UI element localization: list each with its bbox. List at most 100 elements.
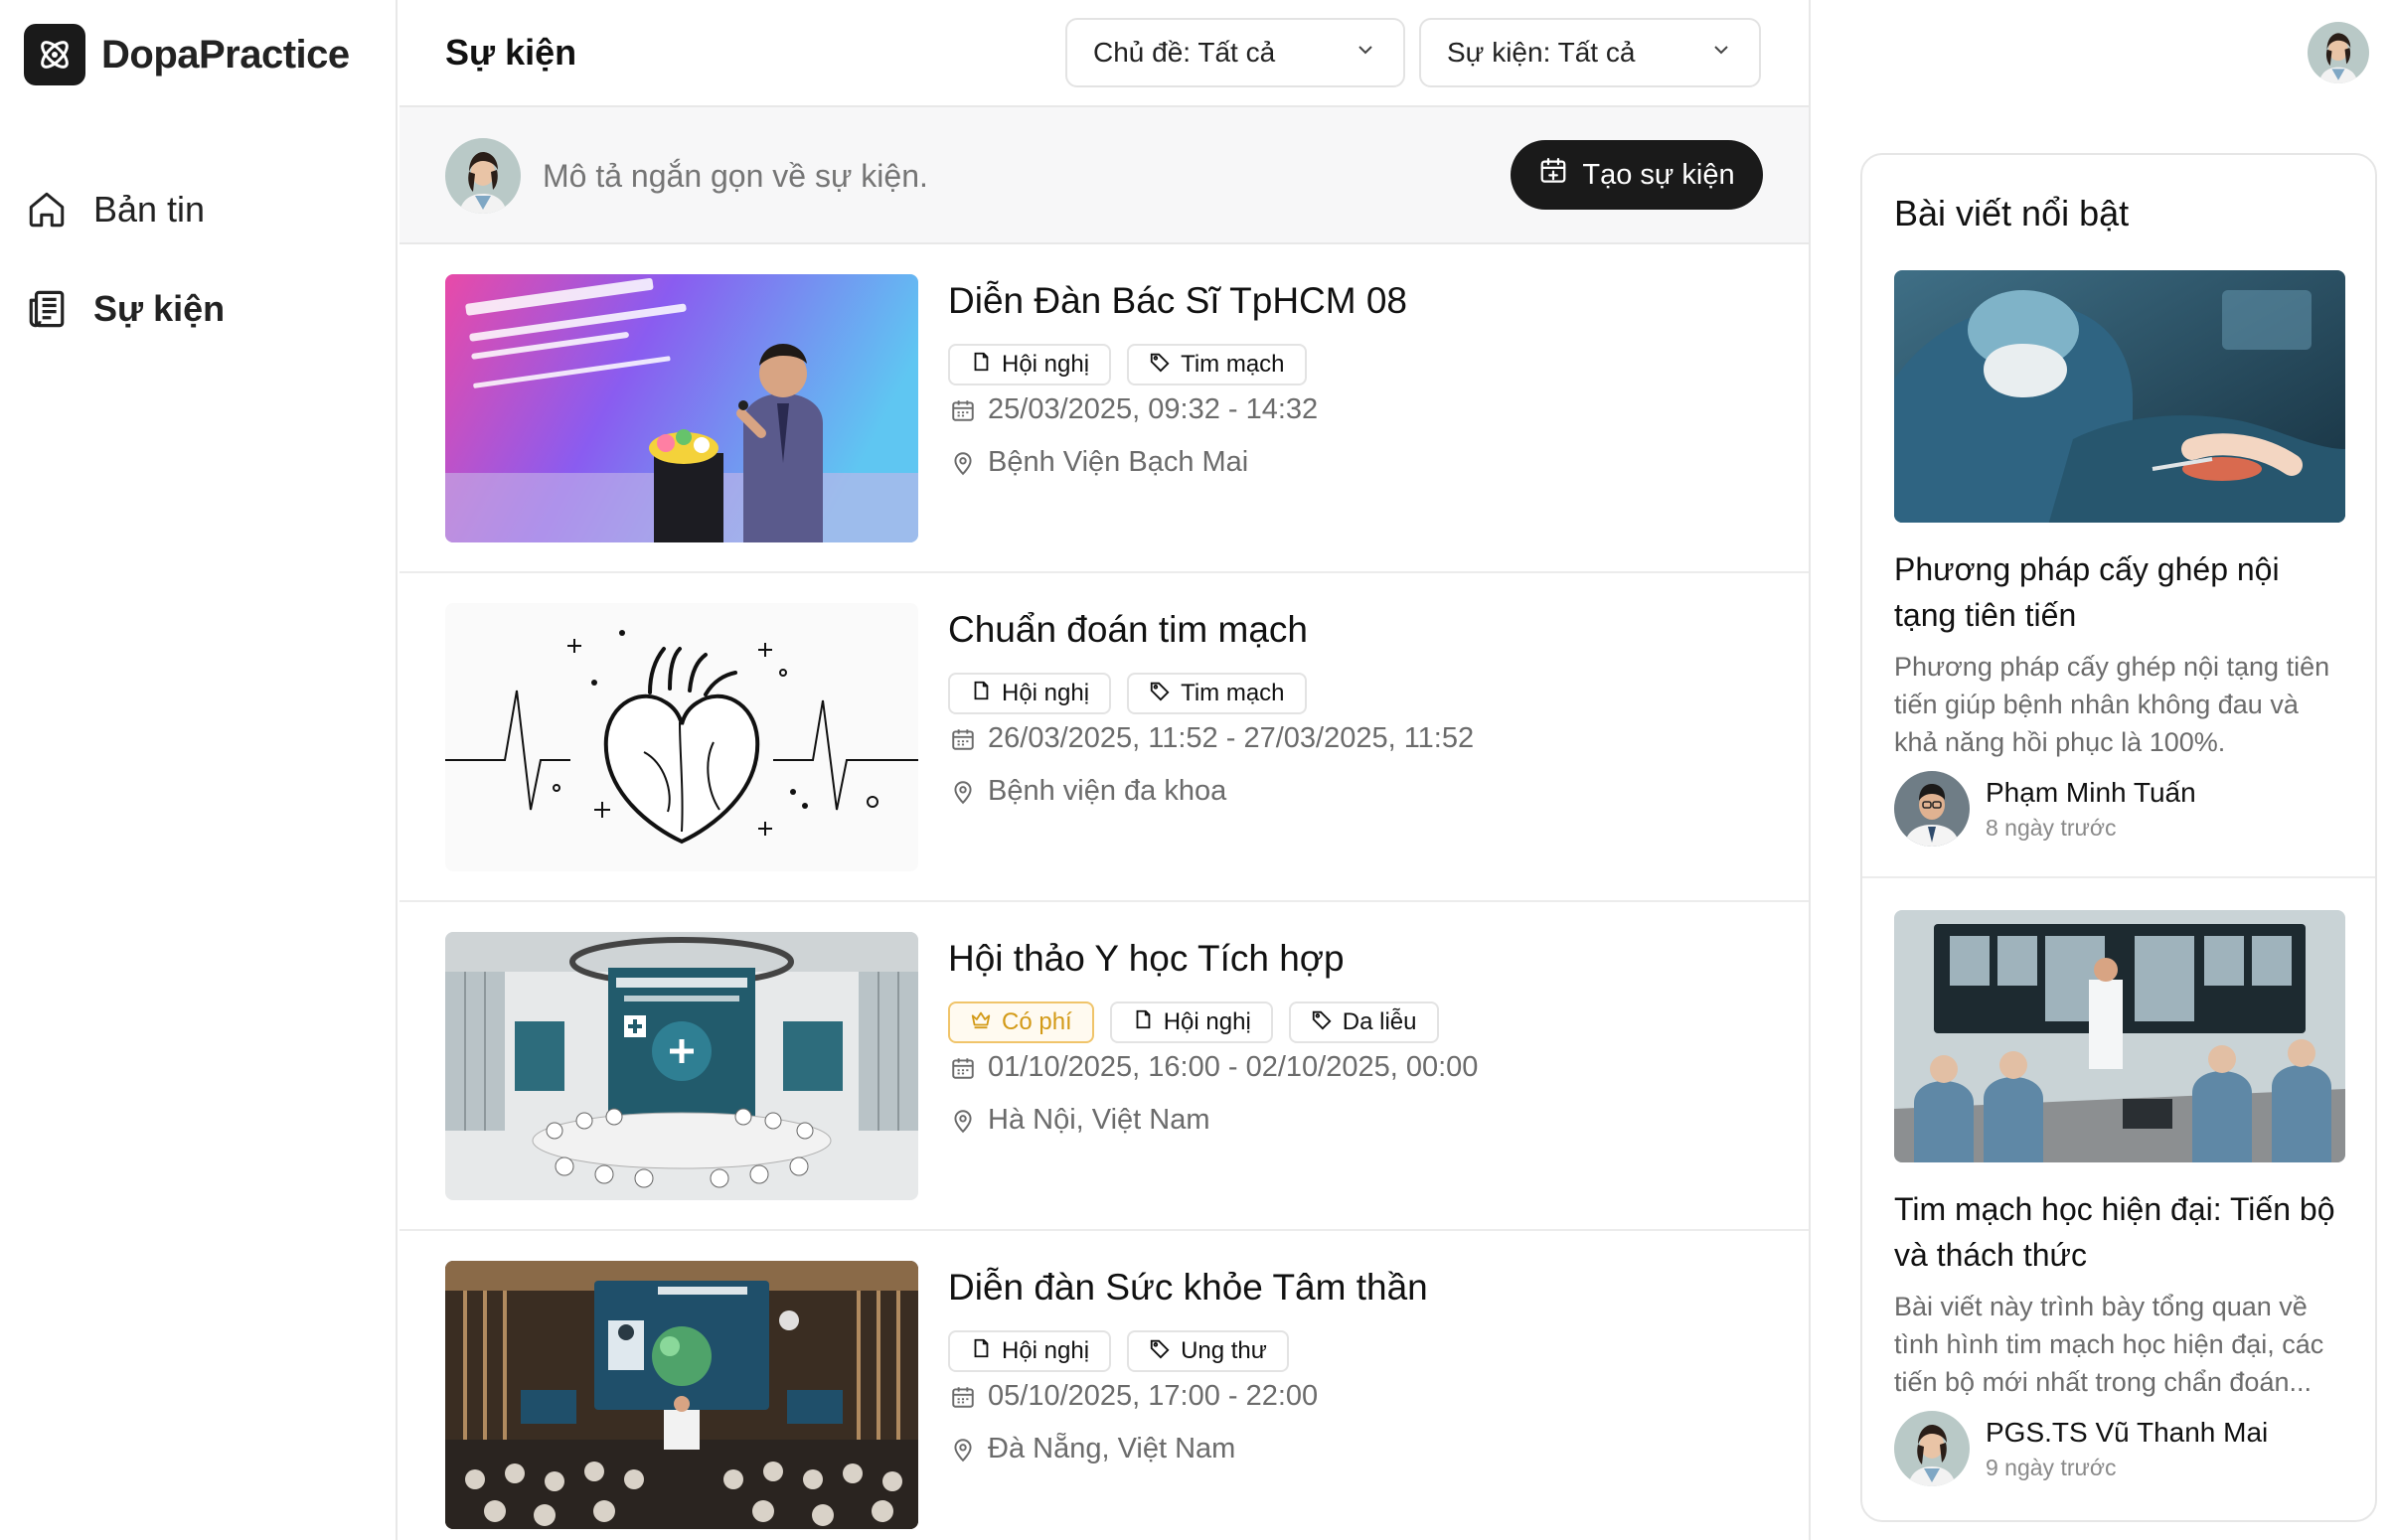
tag-category[interactable]: Hội nghị: [948, 344, 1112, 385]
chevron-down-icon: [1709, 37, 1733, 69]
tag-icon: [1149, 351, 1171, 380]
avatar: [1894, 1411, 1970, 1486]
sidebar-item-label: Bản tin: [93, 189, 206, 230]
sidebar-nav: Bản tin Sự kiện: [24, 175, 225, 374]
event-thumbnail-mental-health[interactable]: [445, 1261, 918, 1529]
page-title: Sự kiện: [445, 32, 577, 73]
tag-icon: [1311, 1008, 1333, 1037]
sidebar-item-events[interactable]: Sự kiện: [24, 274, 225, 344]
document-icon: [970, 680, 992, 708]
tag-topic[interactable]: Ung thư: [1127, 1330, 1289, 1372]
article-description: Phương pháp cấy ghép nội tạng tiên tiến …: [1894, 652, 2330, 757]
tag-label: Hội nghị: [1002, 1337, 1090, 1364]
tag-topic[interactable]: Tim mạch: [1127, 673, 1307, 714]
author-text: Phạm Minh Tuấn 8 ngày trước: [1986, 777, 2196, 842]
event-thumbnail-seminar-hall[interactable]: [445, 932, 918, 1200]
tag-category[interactable]: Hội nghị: [948, 1330, 1112, 1372]
article-author[interactable]: Phạm Minh Tuấn 8 ngày trước: [1894, 771, 2196, 847]
tag-category[interactable]: Hội nghị: [948, 673, 1112, 714]
chevron-down-icon: [1354, 37, 1377, 69]
tag-paid[interactable]: Có phí: [948, 1001, 1094, 1043]
brand[interactable]: DopaPractice: [24, 24, 350, 85]
article-image-cardiology-meeting[interactable]: [1894, 910, 2345, 1162]
event-title[interactable]: Diễn Đàn Bác Sĩ TpHCM 08: [948, 280, 1407, 322]
location-pin-icon: [948, 777, 978, 807]
tag-label: Hội nghị: [1002, 351, 1090, 378]
tag-label: Da liễu: [1342, 1008, 1417, 1035]
tag-icon: [1149, 1337, 1171, 1366]
event-card[interactable]: Hội thảo Y học Tích hợp Có phí Hội nghị: [399, 902, 1809, 1231]
event-filter-select[interactable]: Sự kiện: Tất cả: [1419, 18, 1761, 87]
location-pin-icon: [948, 1106, 978, 1136]
create-event-button[interactable]: Tạo sự kiện: [1511, 140, 1763, 210]
calendar-icon: [948, 1053, 978, 1083]
location-pin-icon: [948, 448, 978, 478]
user-avatar-menu[interactable]: [2308, 22, 2369, 83]
tag-label: Tim mạch: [1181, 351, 1285, 378]
create-event-label: Tạo sự kiện: [1582, 158, 1735, 191]
featured-article[interactable]: Phương pháp cấy ghép nội tạng tiên tiến …: [1862, 270, 2375, 878]
event-card[interactable]: Diễn đàn Sức khỏe Tâm thần Hội nghị Ung …: [399, 1231, 1809, 1540]
event-time: 25/03/2025, 09:32 - 14:32: [948, 393, 1318, 426]
event-time-text: 05/10/2025, 17:00 - 22:00: [988, 1380, 1319, 1412]
avatar: [445, 138, 521, 214]
tag-category[interactable]: Hội nghị: [1109, 1001, 1273, 1043]
sidebar-item-news[interactable]: Bản tin: [24, 175, 225, 244]
tag-label: Ung thư: [1181, 1337, 1267, 1364]
tag-topic[interactable]: Tim mạch: [1127, 344, 1307, 385]
events-main: Sự kiện Chủ đề: Tất cả Sự kiện: Tất cả M…: [399, 0, 1811, 1540]
app-root: DopaPractice Bản tin Sự kiện Sự kiện Chủ…: [0, 0, 2393, 1540]
sidebar: DopaPractice Bản tin Sự kiện: [0, 0, 398, 1540]
event-title[interactable]: Hội thảo Y học Tích hợp: [948, 938, 1345, 980]
event-card[interactable]: Diễn Đàn Bác Sĩ TpHCM 08 Hội nghị Tim mạ…: [399, 244, 1809, 573]
event-place: Hà Nội, Việt Nam: [948, 1104, 1210, 1137]
event-tags: Hội nghị Ung thư: [948, 1330, 1305, 1372]
event-card[interactable]: Chuẩn đoán tim mạch Hội nghị Tim mạch 26…: [399, 573, 1809, 902]
featured-articles-panel: Bài viết nổi bật Phương pháp cấy ghép nộ…: [1860, 153, 2377, 1522]
newspaper-icon: [24, 286, 70, 332]
main-header: Sự kiện Chủ đề: Tất cả Sự kiện: Tất cả: [399, 0, 1809, 107]
avatar: [1894, 771, 1970, 847]
event-time: 05/10/2025, 17:00 - 22:00: [948, 1380, 1318, 1413]
event-thumbnail-conference[interactable]: [445, 274, 918, 542]
event-thumbnail-heart-sketch[interactable]: [445, 603, 918, 871]
tag-label: Hội nghị: [1002, 680, 1090, 706]
tag-topic[interactable]: Da liễu: [1288, 1001, 1439, 1043]
calendar-plus-icon: [1538, 156, 1568, 194]
event-place: Đà Nẵng, Việt Nam: [948, 1433, 1235, 1465]
event-composer: Tạo sự kiện: [399, 107, 1809, 244]
author-text: PGS.TS Vũ Thanh Mai 9 ngày trước: [1986, 1417, 2268, 1481]
event-tags: Hội nghị Tim mạch: [948, 344, 1323, 385]
article-title[interactable]: Phương pháp cấy ghép nội tạng tiên tiến: [1894, 546, 2345, 638]
tag-icon: [1149, 680, 1171, 708]
event-filter-value: Sự kiện: Tất cả: [1447, 37, 1636, 68]
event-place: Bệnh viện đa khoa: [948, 775, 1226, 808]
event-place-text: Hà Nội, Việt Nam: [988, 1104, 1210, 1136]
location-pin-icon: [948, 1435, 978, 1464]
topic-filter-select[interactable]: Chủ đề: Tất cả: [1065, 18, 1405, 87]
author-name: PGS.TS Vũ Thanh Mai: [1986, 1416, 2269, 1448]
event-time: 01/10/2025, 16:00 - 02/10/2025, 00:00: [948, 1051, 1478, 1084]
crown-icon: [970, 1008, 992, 1037]
brand-name: DopaPractice: [101, 32, 350, 77]
event-place: Bệnh Viện Bạch Mai: [948, 446, 1248, 479]
article-image-surgery[interactable]: [1894, 270, 2345, 523]
event-tags: Hội nghị Tim mạch: [948, 673, 1323, 714]
event-place-text: Đà Nẵng, Việt Nam: [988, 1433, 1236, 1464]
tag-label: Có phí: [1002, 1008, 1072, 1035]
calendar-icon: [948, 724, 978, 754]
event-title[interactable]: Diễn đàn Sức khỏe Tâm thần: [948, 1267, 1428, 1309]
event-tags: Có phí Hội nghị Da liễu: [948, 1001, 1455, 1043]
topic-filter-value: Chủ đề: Tất cả: [1093, 37, 1276, 68]
tag-label: Tim mạch: [1181, 680, 1285, 706]
brand-logo-icon: [24, 24, 85, 85]
article-author[interactable]: PGS.TS Vũ Thanh Mai 9 ngày trước: [1894, 1411, 2268, 1486]
tag-label: Hội nghị: [1163, 1008, 1251, 1035]
event-title[interactable]: Chuẩn đoán tim mạch: [948, 609, 1308, 651]
event-time-text: 25/03/2025, 09:32 - 14:32: [988, 393, 1319, 425]
article-title[interactable]: Tim mạch học hiện đại: Tiến bộ và thách …: [1894, 1186, 2345, 1278]
post-time: 9 ngày trước: [1986, 1454, 2117, 1480]
author-name: Phạm Minh Tuấn: [1986, 776, 2196, 808]
event-description-input[interactable]: [543, 141, 1338, 211]
featured-article[interactable]: Tim mạch học hiện đại: Tiến bộ và thách …: [1862, 910, 2375, 1506]
